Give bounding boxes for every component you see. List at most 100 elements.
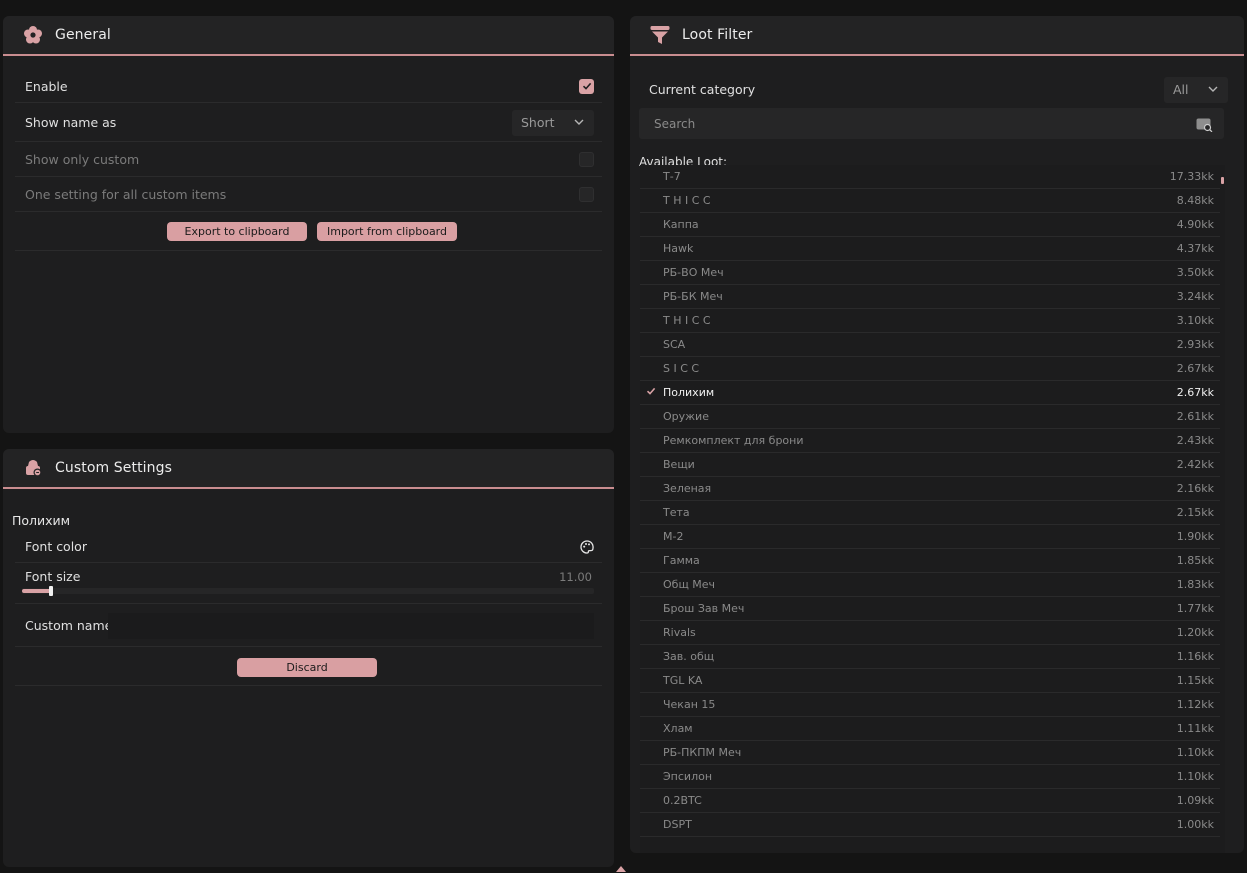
check-icon	[582, 82, 591, 90]
loot-item-name: Хлам	[663, 722, 693, 735]
loot-item-value: 4.37kk	[1176, 242, 1214, 255]
discard-row: Discard	[15, 648, 602, 686]
loot-item-name: РБ-ВО Меч	[663, 266, 724, 279]
loot-item[interactable]: Зав. общ 1.16kk	[640, 645, 1220, 669]
loot-item[interactable]: Гамма 1.85kk	[640, 549, 1220, 573]
enable-row: Enable	[15, 70, 602, 103]
loot-item[interactable]: РБ-ВО Меч 3.50kk	[640, 261, 1220, 285]
loot-item-value: 2.42kk	[1176, 458, 1214, 471]
loot-item-name: Зеленая	[663, 482, 712, 495]
loot-item-value: 1.00kk	[1176, 818, 1214, 831]
discard-button[interactable]: Discard	[237, 658, 377, 677]
loot-item[interactable]: Хлам 1.11kk	[640, 717, 1220, 741]
loot-item[interactable]: Полихим 2.67kk	[640, 381, 1220, 405]
loot-item-value: 2.61kk	[1176, 410, 1214, 423]
search-placeholder: Search	[654, 117, 696, 131]
loot-item-name: Hawk	[663, 242, 694, 255]
show-name-as-label: Show name as	[25, 115, 117, 130]
loot-item-value: 2.15kk	[1176, 506, 1214, 519]
loot-item-name: Каппа	[663, 218, 699, 231]
resize-arrow-icon[interactable]	[616, 866, 626, 872]
search-icon[interactable]	[1196, 117, 1213, 136]
category-value: All	[1173, 82, 1189, 97]
scrollbar-thumb[interactable]	[1221, 177, 1224, 184]
loot-item-name: SCA	[663, 338, 686, 351]
loot-item-value: 1.85kk	[1176, 554, 1214, 567]
loot-item-value: 1.16kk	[1176, 650, 1214, 663]
loot-item-value: 17.33kk	[1169, 170, 1214, 183]
loot-item[interactable]: 0.2BTC 1.09kk	[640, 789, 1220, 813]
category-dropdown[interactable]: All	[1164, 76, 1228, 103]
loot-item[interactable]: РБ-ПКПМ Меч 1.10kk	[640, 741, 1220, 765]
font-size-slider-handle[interactable]	[48, 586, 53, 596]
loot-item[interactable]: Зеленая 2.16kk	[640, 477, 1220, 501]
loot-list[interactable]: Т-7 17.33kk T H I C C 8.48kk Каппа 4.90kk Hawk…	[640, 165, 1225, 853]
loot-item[interactable]: S I C C 2.67kk	[640, 357, 1220, 381]
loot-item-value: 2.67kk	[1176, 386, 1214, 399]
loot-item-name: Rivals	[663, 626, 696, 639]
loot-item[interactable]: Чекан 15 1.12kk	[640, 693, 1220, 717]
general-header: General	[3, 16, 614, 56]
loot-item[interactable]: Эпсилон 1.10kk	[640, 765, 1220, 789]
palette-icon[interactable]	[580, 539, 594, 558]
loot-item-name: S I C C	[663, 362, 700, 375]
loot-item[interactable]: Ремкомплект для брони 2.43kk	[640, 429, 1220, 453]
loot-item-name: T H I C C	[663, 314, 711, 327]
loot-item-name: Т-7	[663, 170, 681, 183]
show-only-custom-checkbox[interactable]	[579, 152, 594, 167]
custom-item-icon	[22, 457, 44, 479]
custom-settings-title: Custom Settings	[55, 460, 173, 476]
loot-item[interactable]: Тета 2.15kk	[640, 501, 1220, 525]
loot-item-value: 1.12kk	[1176, 698, 1214, 711]
loot-filter-title: Loot Filter	[682, 27, 753, 43]
font-size-slider[interactable]	[22, 586, 594, 596]
custom-settings-panel: Custom Settings Полихим Font color Font …	[3, 449, 614, 867]
import-from-clipboard-button[interactable]: Import from clipboard	[317, 222, 457, 241]
loot-item[interactable]: Брош Зав Меч 1.77kk	[640, 597, 1220, 621]
loot-item-value: 2.16kk	[1176, 482, 1214, 495]
enable-checkbox[interactable]	[579, 78, 594, 94]
loot-item-name: Зав. общ	[663, 650, 715, 663]
loot-item[interactable]: SCA 2.93kk	[640, 333, 1220, 357]
one-setting-checkbox[interactable]	[579, 187, 594, 202]
loot-item-value: 3.10kk	[1176, 314, 1214, 327]
loot-item[interactable]: Вещи 2.42kk	[640, 453, 1220, 477]
loot-item-value: 4.90kk	[1176, 218, 1214, 231]
loot-filter-header: Loot Filter	[630, 16, 1244, 56]
font-color-label: Font color	[25, 539, 87, 554]
font-size-value: 11.00	[559, 570, 592, 584]
flower-icon	[22, 24, 44, 46]
custom-settings-header: Custom Settings	[3, 449, 614, 489]
loot-item-name: Общ Меч	[663, 578, 716, 591]
loot-item[interactable]: РБ-БК Меч 3.24kk	[640, 285, 1220, 309]
custom-name-input[interactable]	[108, 613, 594, 639]
custom-item-name: Полихим	[12, 513, 71, 528]
export-to-clipboard-button[interactable]: Export to clipboard	[167, 222, 307, 241]
loot-item[interactable]: Т-7 17.33kk	[640, 165, 1220, 189]
loot-item[interactable]: Общ Меч 1.83kk	[640, 573, 1220, 597]
loot-search-input[interactable]: Search	[639, 108, 1224, 139]
show-name-as-dropdown[interactable]: Short	[512, 109, 594, 136]
loot-item-value: 1.10kk	[1176, 746, 1214, 759]
loot-item-name: Эпсилон	[663, 770, 713, 783]
loot-item[interactable]: T H I C C 3.10kk	[640, 309, 1220, 333]
loot-item-value: 1.15kk	[1176, 674, 1214, 687]
loot-item[interactable]: T H I C C 8.48kk	[640, 189, 1220, 213]
font-size-slider-fill	[22, 589, 51, 593]
chevron-down-icon	[574, 119, 584, 125]
loot-item[interactable]: TGL KA 1.15kk	[640, 669, 1220, 693]
show-name-as-row: Show name as Short	[15, 104, 602, 142]
chevron-down-icon	[1208, 86, 1218, 92]
loot-item[interactable]: Hawk 4.37kk	[640, 237, 1220, 261]
loot-item[interactable]: DSPT 1.00kk	[640, 813, 1220, 837]
loot-item[interactable]: M-2 1.90kk	[640, 525, 1220, 549]
loot-item[interactable]: Каппа 4.90kk	[640, 213, 1220, 237]
filter-icon	[649, 24, 671, 46]
loot-item-name: РБ-ПКПМ Меч	[663, 746, 742, 759]
current-category-row: Current category All	[639, 72, 1235, 107]
loot-item[interactable]: Оружие 2.61kk	[640, 405, 1220, 429]
loot-item-name: Полихим	[663, 386, 715, 399]
loot-item[interactable]: Rivals 1.20kk	[640, 621, 1220, 645]
loot-item-name: Ремкомплект для брони	[663, 434, 804, 447]
current-category-label: Current category	[649, 82, 756, 97]
